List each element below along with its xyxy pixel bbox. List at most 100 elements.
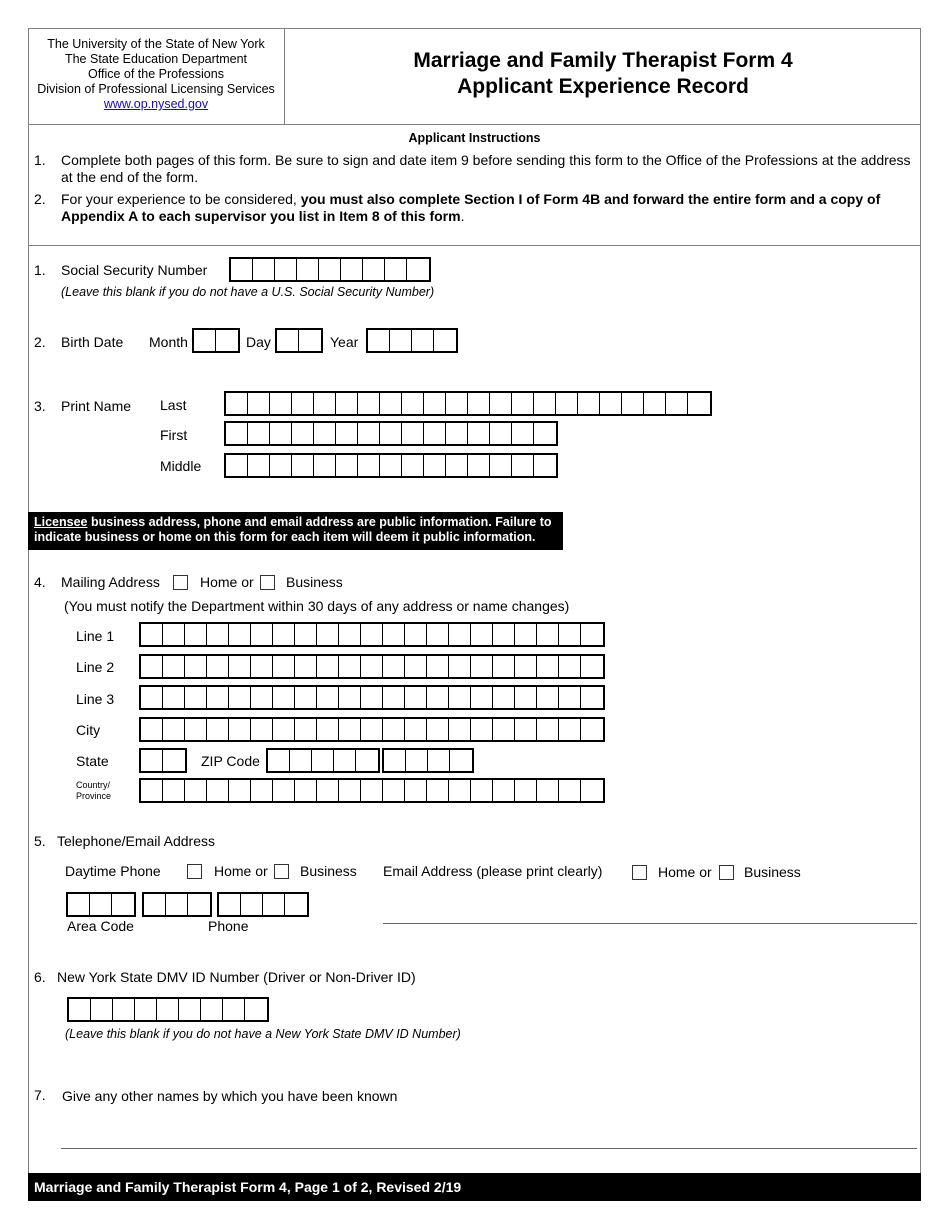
char-box[interactable]	[427, 719, 449, 740]
char-box[interactable]	[368, 330, 390, 351]
website-link[interactable]: www.op.nysed.gov	[104, 97, 208, 111]
char-box[interactable]	[512, 455, 534, 476]
char-box[interactable]	[559, 719, 581, 740]
phone-prefix-input[interactable]	[142, 892, 212, 917]
char-box[interactable]	[493, 687, 515, 708]
char-box[interactable]	[512, 393, 534, 414]
char-box[interactable]	[446, 423, 468, 444]
char-box[interactable]	[226, 393, 248, 414]
char-box[interactable]	[405, 687, 427, 708]
char-box[interactable]	[493, 656, 515, 677]
char-box[interactable]	[490, 393, 512, 414]
char-box[interactable]	[449, 780, 471, 801]
dmv-id-input[interactable]	[67, 997, 269, 1022]
char-box[interactable]	[277, 330, 299, 351]
char-box[interactable]	[268, 750, 290, 771]
char-box[interactable]	[141, 687, 163, 708]
char-box[interactable]	[166, 894, 188, 915]
address-line2-input[interactable]	[139, 654, 605, 679]
char-box[interactable]	[185, 656, 207, 677]
char-box[interactable]	[336, 393, 358, 414]
zip4-input[interactable]	[382, 748, 474, 773]
char-box[interactable]	[251, 780, 273, 801]
char-box[interactable]	[380, 455, 402, 476]
char-box[interactable]	[493, 624, 515, 645]
char-box[interactable]	[361, 624, 383, 645]
char-box[interactable]	[229, 656, 251, 677]
char-box[interactable]	[69, 999, 91, 1020]
char-box[interactable]	[299, 330, 321, 351]
char-box[interactable]	[493, 780, 515, 801]
char-box[interactable]	[402, 455, 424, 476]
char-box[interactable]	[339, 719, 361, 740]
char-box[interactable]	[295, 780, 317, 801]
char-box[interactable]	[424, 423, 446, 444]
char-box[interactable]	[273, 780, 295, 801]
char-box[interactable]	[317, 624, 339, 645]
char-box[interactable]	[385, 259, 407, 280]
char-box[interactable]	[336, 423, 358, 444]
mailing-business-checkbox[interactable]	[260, 575, 275, 590]
char-box[interactable]	[248, 423, 270, 444]
char-box[interactable]	[251, 624, 273, 645]
address-line1-input[interactable]	[139, 622, 605, 647]
char-box[interactable]	[188, 894, 210, 915]
char-box[interactable]	[383, 656, 405, 677]
char-box[interactable]	[185, 780, 207, 801]
char-box[interactable]	[581, 624, 603, 645]
phone-home-checkbox[interactable]	[187, 864, 202, 879]
char-box[interactable]	[428, 750, 450, 771]
char-box[interactable]	[207, 624, 229, 645]
char-box[interactable]	[317, 656, 339, 677]
char-box[interactable]	[446, 455, 468, 476]
char-box[interactable]	[314, 393, 336, 414]
char-box[interactable]	[245, 999, 267, 1020]
char-box[interactable]	[493, 719, 515, 740]
char-box[interactable]	[471, 687, 493, 708]
char-box[interactable]	[219, 894, 241, 915]
char-box[interactable]	[380, 393, 402, 414]
char-box[interactable]	[285, 894, 307, 915]
char-box[interactable]	[622, 393, 644, 414]
char-box[interactable]	[537, 656, 559, 677]
char-box[interactable]	[229, 624, 251, 645]
char-box[interactable]	[141, 719, 163, 740]
char-box[interactable]	[292, 393, 314, 414]
char-box[interactable]	[113, 999, 135, 1020]
middle-name-input[interactable]	[224, 453, 558, 478]
char-box[interactable]	[270, 455, 292, 476]
char-box[interactable]	[292, 423, 314, 444]
char-box[interactable]	[383, 687, 405, 708]
char-box[interactable]	[427, 656, 449, 677]
first-name-input[interactable]	[224, 421, 558, 446]
char-box[interactable]	[600, 393, 622, 414]
char-box[interactable]	[515, 687, 537, 708]
ssn-input[interactable]	[229, 257, 431, 282]
phone-business-checkbox[interactable]	[274, 864, 289, 879]
char-box[interactable]	[424, 455, 446, 476]
char-box[interactable]	[468, 455, 490, 476]
char-box[interactable]	[185, 687, 207, 708]
char-box[interactable]	[141, 780, 163, 801]
char-box[interactable]	[334, 750, 356, 771]
char-box[interactable]	[163, 750, 185, 771]
char-box[interactable]	[229, 719, 251, 740]
char-box[interactable]	[141, 656, 163, 677]
char-box[interactable]	[201, 999, 223, 1020]
char-box[interactable]	[135, 999, 157, 1020]
char-box[interactable]	[317, 780, 339, 801]
char-box[interactable]	[534, 455, 556, 476]
address-line3-input[interactable]	[139, 685, 605, 710]
char-box[interactable]	[251, 656, 273, 677]
char-box[interactable]	[380, 423, 402, 444]
char-box[interactable]	[194, 330, 216, 351]
char-box[interactable]	[537, 624, 559, 645]
char-box[interactable]	[559, 656, 581, 677]
char-box[interactable]	[515, 780, 537, 801]
char-box[interactable]	[207, 687, 229, 708]
char-box[interactable]	[581, 719, 603, 740]
phone-line-input[interactable]	[217, 892, 309, 917]
char-box[interactable]	[90, 894, 112, 915]
char-box[interactable]	[295, 687, 317, 708]
city-input[interactable]	[139, 717, 605, 742]
